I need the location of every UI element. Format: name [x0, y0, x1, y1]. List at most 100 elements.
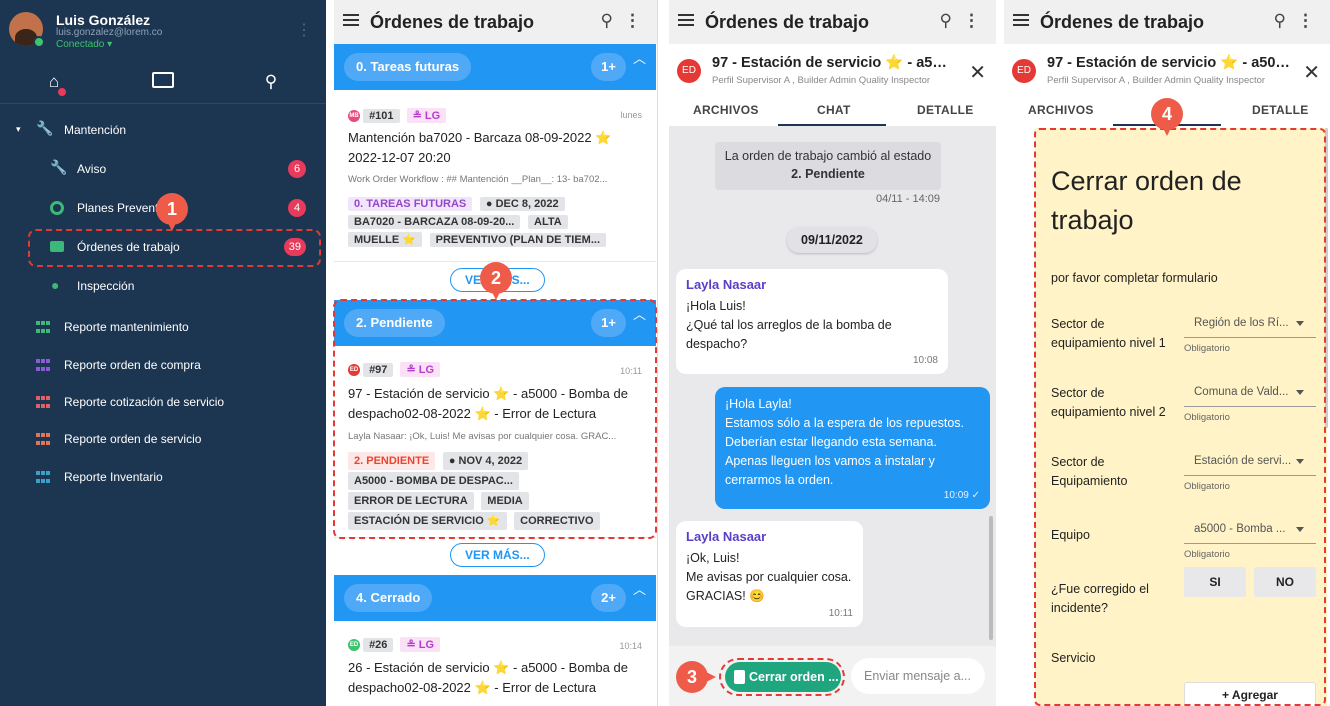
tab-detalle[interactable]: DETALLE: [1252, 103, 1309, 117]
sidebar-report-inventario[interactable]: Reporte Inventario: [0, 461, 326, 493]
card-header: MB #101 ≗ LG: [348, 108, 450, 125]
detail-subtitle: Perfil Supervisor A , Builder Admin Qual…: [712, 75, 931, 86]
close-icon[interactable]: ✕: [1303, 60, 1320, 85]
chat-message-outgoing: ¡Hola Layla! Estamos sólo a la espera de…: [715, 387, 990, 509]
sidebar-report-orden-servicio[interactable]: Reporte orden de servicio: [0, 423, 326, 455]
chat-area[interactable]: La orden de trabajo cambió al estado 2. …: [669, 126, 996, 646]
highlight-form: [1034, 128, 1326, 706]
card-time: 10:14: [619, 641, 642, 651]
sidebar-report-mantenimiento[interactable]: Reporte mantenimiento: [0, 311, 326, 343]
avatar: ED: [1012, 59, 1036, 83]
count-badge: 4: [288, 199, 306, 217]
page-title: Órdenes de trabajo: [1040, 12, 1205, 32]
priority-tag: ALTA: [528, 215, 568, 229]
equipment-tag: BA7020 - BARCAZA 08-09-20...: [348, 215, 521, 229]
see-more-button[interactable]: VER MÁS...: [450, 543, 545, 567]
user-name: Luis González: [56, 12, 151, 28]
scrollbar[interactable]: [989, 516, 993, 640]
report-grid-icon: [36, 396, 50, 410]
column-header-tareas-futuras[interactable]: 0. Tareas futuras 1+ ︿: [334, 44, 656, 90]
wrench-icon: 🔧: [36, 120, 54, 136]
message-time: 10:09: [943, 490, 969, 501]
step-marker: 4: [1151, 98, 1183, 136]
message-author: Layla Nasaar: [686, 529, 767, 544]
more-options-icon[interactable]: ⋮: [963, 11, 980, 31]
sidebar-item-label: Inspección: [77, 279, 135, 293]
sidebar-section-label: Mantención: [64, 123, 127, 137]
work-order-card[interactable]: MB #101 ≗ LG lunes Mantención ba7020 - B…: [334, 90, 656, 262]
sidebar-item-aviso[interactable]: 🔧 Aviso 6: [0, 153, 326, 185]
system-message: La orden de trabajo cambió al estado 2. …: [715, 142, 941, 190]
highlight-pendiente-card: [333, 299, 657, 539]
menu-icon[interactable]: [1013, 14, 1029, 26]
chevron-up-icon[interactable]: ︿: [633, 48, 646, 67]
step-marker: 2: [480, 262, 512, 300]
sidebar: Luis González luis.gonzalez@lorem.co Con…: [0, 0, 326, 706]
online-status-icon: [33, 36, 45, 48]
highlight-close-button: [719, 658, 845, 696]
column-label: 4. Cerrado: [344, 584, 433, 612]
top-bar: Órdenes de trabajo ⚲ ⋮: [1004, 0, 1330, 44]
top-bar: Órdenes de trabajo ⚲ ⋮: [334, 0, 657, 44]
detail-title: 97 - Estación de servicio ⭐ - a5000 - Bo…: [1047, 55, 1295, 71]
search-icon[interactable]: ⚲: [261, 72, 281, 92]
user-email: luis.gonzalez@lorem.co: [56, 27, 163, 38]
column-count: 1+: [591, 53, 626, 81]
assignee-tag: ≗ LG: [400, 637, 441, 652]
search-icon[interactable]: ⚲: [940, 11, 952, 31]
chevron-down-icon: ▾: [16, 124, 21, 134]
top-bar: Órdenes de trabajo ⚲ ⋮: [669, 0, 996, 44]
message-time: 10:08: [912, 355, 938, 366]
double-check-icon: ✓: [971, 490, 980, 501]
column-header-cerrado[interactable]: 4. Cerrado 2+ ︿: [334, 575, 656, 621]
tab-archivos[interactable]: ARCHIVOS: [1028, 103, 1094, 117]
sidebar-item-inspeccion[interactable]: ● Inspección: [0, 270, 326, 302]
tag-list: 0. TAREAS FUTURAS ● DEC 8, 2022 BA7020 -…: [348, 195, 648, 249]
tab-chat[interactable]: CHAT: [817, 103, 851, 117]
report-grid-icon: [36, 359, 50, 373]
column-count: 2+: [591, 584, 626, 612]
tab-archivos[interactable]: ARCHIVOS: [693, 103, 759, 117]
sidebar-report-label: Reporte orden de compra: [64, 358, 201, 372]
detail-title: 97 - Estación de servicio ⭐ - a5000 - Bo…: [712, 55, 954, 71]
report-grid-icon: [36, 433, 50, 447]
search-icon[interactable]: ⚲: [1274, 11, 1286, 31]
column-label: 0. Tareas futuras: [344, 53, 472, 81]
tab-detalle[interactable]: DETALLE: [917, 103, 974, 117]
type-tag: PREVENTIVO (PLAN DE TIEM...: [429, 233, 607, 247]
sidebar-report-orden-compra[interactable]: Reporte orden de compra: [0, 349, 326, 381]
search-icon[interactable]: ⚲: [601, 11, 613, 31]
step-marker: 3: [676, 661, 716, 693]
menu-icon[interactable]: [343, 14, 359, 26]
order-id: #26: [363, 638, 394, 652]
step-marker: 1: [156, 193, 188, 231]
avatar: ED: [677, 59, 701, 83]
more-options-icon[interactable]: ⋮: [624, 11, 641, 31]
gauge-icon: [50, 201, 64, 215]
map-pin-icon: ●: [51, 277, 60, 293]
message-time: 10:11: [828, 608, 853, 619]
chat-message-incoming: Layla Nasaar ¡Ok, Luis! Me avisas por cu…: [676, 521, 863, 627]
more-options-icon[interactable]: ⋮: [296, 20, 312, 40]
avatar: ED: [348, 639, 360, 652]
message-input[interactable]: Enviar mensaje a...: [851, 658, 985, 694]
chat-screen: Órdenes de trabajo ⚲ ⋮ ED 97 - Estación …: [669, 0, 996, 706]
sidebar-report-label: Reporte cotización de servicio: [64, 395, 225, 409]
menu-icon[interactable]: [678, 14, 694, 26]
report-grid-icon: [36, 321, 50, 335]
sidebar-report-label: Reporte orden de servicio: [64, 432, 202, 446]
card-title: 26 - Estación de servicio ⭐ - a5000 - Bo…: [348, 660, 628, 695]
sidebar-section-mantencion[interactable]: ▾ 🔧 Mantención: [0, 114, 326, 146]
card-subtitle: Work Order Workflow : ## Mantención __Pl…: [348, 174, 608, 185]
card-header: ED #26 ≗ LG: [348, 637, 444, 654]
detail-subtitle: Perfil Supervisor A , Builder Admin Qual…: [1047, 75, 1266, 86]
close-icon[interactable]: ✕: [969, 60, 986, 85]
count-badge: 6: [288, 160, 306, 178]
work-order-card[interactable]: ED #26 ≗ LG 10:14 26 - Estación de servi…: [334, 621, 656, 706]
sidebar-item-label: Aviso: [77, 162, 107, 176]
status-dropdown[interactable]: Conectado ▾: [56, 39, 112, 50]
chevron-up-icon[interactable]: ︿: [633, 579, 646, 598]
sidebar-report-cotizacion[interactable]: Reporte cotización de servicio: [0, 386, 326, 418]
contact-card-icon[interactable]: [152, 72, 174, 88]
more-options-icon[interactable]: ⋮: [1297, 11, 1314, 31]
